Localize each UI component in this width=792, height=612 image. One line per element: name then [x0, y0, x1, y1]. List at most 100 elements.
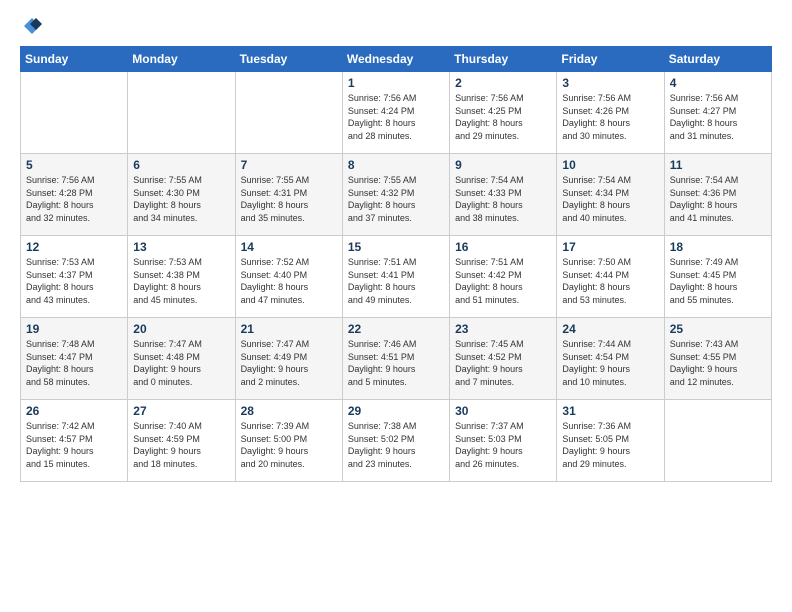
day-number: 27 — [133, 404, 229, 418]
day-info: Sunrise: 7:51 AM Sunset: 4:41 PM Dayligh… — [348, 256, 444, 306]
calendar-cell: 25 Sunrise: 7:43 AM Sunset: 4:55 PM Dayli… — [664, 318, 771, 400]
logo-icon — [22, 16, 42, 36]
header-wednesday: Wednesday — [342, 47, 449, 72]
calendar-cell: 4 Sunrise: 7:56 AM Sunset: 4:27 PM Daylig… — [664, 72, 771, 154]
calendar-cell: 23 Sunrise: 7:45 AM Sunset: 4:52 PM Dayli… — [450, 318, 557, 400]
calendar-cell: 22 Sunrise: 7:46 AM Sunset: 4:51 PM Dayli… — [342, 318, 449, 400]
day-number: 16 — [455, 240, 551, 254]
day-info: Sunrise: 7:47 AM Sunset: 4:48 PM Dayligh… — [133, 338, 229, 388]
day-info: Sunrise: 7:43 AM Sunset: 4:55 PM Dayligh… — [670, 338, 766, 388]
day-info: Sunrise: 7:44 AM Sunset: 4:54 PM Dayligh… — [562, 338, 658, 388]
day-number: 3 — [562, 76, 658, 90]
calendar-cell — [21, 72, 128, 154]
day-info: Sunrise: 7:56 AM Sunset: 4:28 PM Dayligh… — [26, 174, 122, 224]
day-info: Sunrise: 7:56 AM Sunset: 4:26 PM Dayligh… — [562, 92, 658, 142]
calendar-cell: 2 Sunrise: 7:56 AM Sunset: 4:25 PM Daylig… — [450, 72, 557, 154]
day-info: Sunrise: 7:56 AM Sunset: 4:24 PM Dayligh… — [348, 92, 444, 142]
day-info: Sunrise: 7:45 AM Sunset: 4:52 PM Dayligh… — [455, 338, 551, 388]
day-number: 23 — [455, 322, 551, 336]
calendar-cell: 10Sunrise: 7:54 AM Sunset: 4:34 PM Dayli… — [557, 154, 664, 236]
day-number: 29 — [348, 404, 444, 418]
day-number: 28 — [241, 404, 337, 418]
calendar-cell: 12 Sunrise: 7:53 AM Sunset: 4:37 PM Dayli… — [21, 236, 128, 318]
calendar-cell: 28 Sunrise: 7:39 AM Sunset: 5:00 PM Dayli… — [235, 400, 342, 482]
day-info: Sunrise: 7:39 AM Sunset: 5:00 PM Dayligh… — [241, 420, 337, 470]
day-info: Sunrise: 7:53 AM Sunset: 4:38 PM Dayligh… — [133, 256, 229, 306]
calendar-cell: 1 Sunrise: 7:56 AM Sunset: 4:24 PM Daylig… — [342, 72, 449, 154]
header-monday: Monday — [128, 47, 235, 72]
day-number: 13 — [133, 240, 229, 254]
day-number: 14 — [241, 240, 337, 254]
calendar-cell: 16Sunrise: 7:51 AM Sunset: 4:42 PM Dayli… — [450, 236, 557, 318]
calendar-cell: 17 Sunrise: 7:50 AM Sunset: 4:44 PM Dayli… — [557, 236, 664, 318]
day-number: 8 — [348, 158, 444, 172]
calendar-cell: 7 Sunrise: 7:55 AM Sunset: 4:31 PM Daylig… — [235, 154, 342, 236]
day-info: Sunrise: 7:47 AM Sunset: 4:49 PM Dayligh… — [241, 338, 337, 388]
calendar-cell — [235, 72, 342, 154]
calendar-header-row: Sunday Monday Tuesday Wednesday Thursday… — [21, 47, 772, 72]
calendar-cell: 13 Sunrise: 7:53 AM Sunset: 4:38 PM Dayli… — [128, 236, 235, 318]
calendar-cell — [128, 72, 235, 154]
day-number: 1 — [348, 76, 444, 90]
day-info: Sunrise: 7:36 AM Sunset: 5:05 PM Dayligh… — [562, 420, 658, 470]
day-number: 22 — [348, 322, 444, 336]
day-info: Sunrise: 7:42 AM Sunset: 4:57 PM Dayligh… — [26, 420, 122, 470]
day-info: Sunrise: 7:40 AM Sunset: 4:59 PM Dayligh… — [133, 420, 229, 470]
calendar-cell: 29 Sunrise: 7:38 AM Sunset: 5:02 PM Dayli… — [342, 400, 449, 482]
day-info: Sunrise: 7:54 AM Sunset: 4:34 PM Dayligh… — [562, 174, 658, 224]
header-thursday: Thursday — [450, 47, 557, 72]
calendar-cell: 19 Sunrise: 7:48 AM Sunset: 4:47 PM Dayli… — [21, 318, 128, 400]
day-info: Sunrise: 7:55 AM Sunset: 4:30 PM Dayligh… — [133, 174, 229, 224]
logo — [20, 16, 42, 36]
calendar-table: Sunday Monday Tuesday Wednesday Thursday… — [20, 46, 772, 482]
day-info: Sunrise: 7:55 AM Sunset: 4:31 PM Dayligh… — [241, 174, 337, 224]
day-number: 20 — [133, 322, 229, 336]
day-number: 12 — [26, 240, 122, 254]
day-number: 24 — [562, 322, 658, 336]
day-number: 2 — [455, 76, 551, 90]
day-info: Sunrise: 7:56 AM Sunset: 4:25 PM Dayligh… — [455, 92, 551, 142]
day-number: 30 — [455, 404, 551, 418]
calendar-cell: 5 Sunrise: 7:56 AM Sunset: 4:28 PM Daylig… — [21, 154, 128, 236]
day-number: 31 — [562, 404, 658, 418]
day-number: 19 — [26, 322, 122, 336]
day-number: 18 — [670, 240, 766, 254]
day-info: Sunrise: 7:48 AM Sunset: 4:47 PM Dayligh… — [26, 338, 122, 388]
day-info: Sunrise: 7:38 AM Sunset: 5:02 PM Dayligh… — [348, 420, 444, 470]
day-number: 6 — [133, 158, 229, 172]
day-info: Sunrise: 7:52 AM Sunset: 4:40 PM Dayligh… — [241, 256, 337, 306]
day-number: 5 — [26, 158, 122, 172]
header-sunday: Sunday — [21, 47, 128, 72]
calendar-cell: 31 Sunrise: 7:36 AM Sunset: 5:05 PM Dayli… — [557, 400, 664, 482]
day-info: Sunrise: 7:46 AM Sunset: 4:51 PM Dayligh… — [348, 338, 444, 388]
day-info: Sunrise: 7:54 AM Sunset: 4:33 PM Dayligh… — [455, 174, 551, 224]
calendar-cell: 20 Sunrise: 7:47 AM Sunset: 4:48 PM Dayli… — [128, 318, 235, 400]
calendar-cell: 15Sunrise: 7:51 AM Sunset: 4:41 PM Dayli… — [342, 236, 449, 318]
calendar-cell: 24 Sunrise: 7:44 AM Sunset: 4:54 PM Dayli… — [557, 318, 664, 400]
calendar-cell: 14 Sunrise: 7:52 AM Sunset: 4:40 PM Dayli… — [235, 236, 342, 318]
day-info: Sunrise: 7:55 AM Sunset: 4:32 PM Dayligh… — [348, 174, 444, 224]
day-info: Sunrise: 7:53 AM Sunset: 4:37 PM Dayligh… — [26, 256, 122, 306]
day-number: 26 — [26, 404, 122, 418]
calendar-cell: 9Sunrise: 7:54 AM Sunset: 4:33 PM Daylig… — [450, 154, 557, 236]
calendar-cell: 3 Sunrise: 7:56 AM Sunset: 4:26 PM Daylig… — [557, 72, 664, 154]
header-friday: Friday — [557, 47, 664, 72]
day-number: 17 — [562, 240, 658, 254]
header — [20, 16, 772, 36]
day-info: Sunrise: 7:54 AM Sunset: 4:36 PM Dayligh… — [670, 174, 766, 224]
calendar-cell — [664, 400, 771, 482]
calendar-cell: 11 Sunrise: 7:54 AM Sunset: 4:36 PM Dayli… — [664, 154, 771, 236]
day-number: 25 — [670, 322, 766, 336]
calendar-cell: 18 Sunrise: 7:49 AM Sunset: 4:45 PM Dayli… — [664, 236, 771, 318]
day-info: Sunrise: 7:49 AM Sunset: 4:45 PM Dayligh… — [670, 256, 766, 306]
page: Sunday Monday Tuesday Wednesday Thursday… — [0, 0, 792, 612]
calendar-cell: 26 Sunrise: 7:42 AM Sunset: 4:57 PM Dayli… — [21, 400, 128, 482]
calendar-cell: 27 Sunrise: 7:40 AM Sunset: 4:59 PM Dayli… — [128, 400, 235, 482]
calendar-cell: 6 Sunrise: 7:55 AM Sunset: 4:30 PM Daylig… — [128, 154, 235, 236]
day-info: Sunrise: 7:50 AM Sunset: 4:44 PM Dayligh… — [562, 256, 658, 306]
header-saturday: Saturday — [664, 47, 771, 72]
day-info: Sunrise: 7:56 AM Sunset: 4:27 PM Dayligh… — [670, 92, 766, 142]
day-number: 11 — [670, 158, 766, 172]
day-number: 4 — [670, 76, 766, 90]
day-number: 7 — [241, 158, 337, 172]
